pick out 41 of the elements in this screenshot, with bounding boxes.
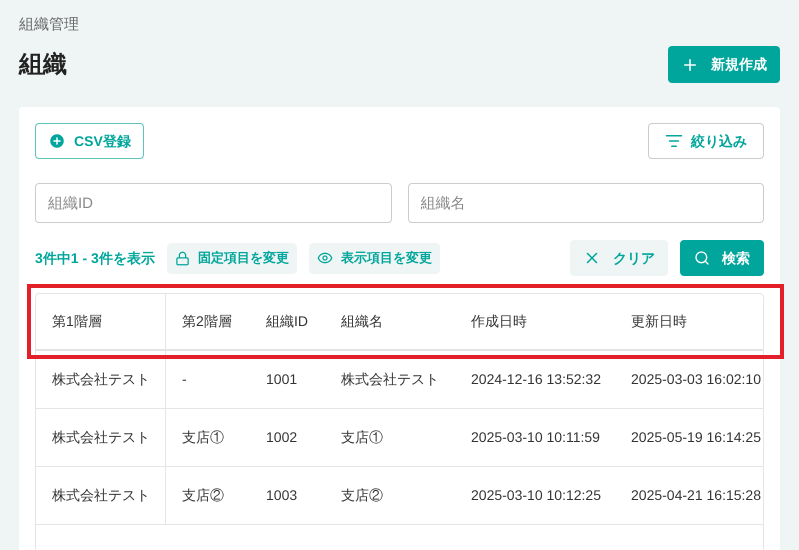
column-header: 第2階層 xyxy=(181,312,233,331)
create-button[interactable]: 新規作成 xyxy=(668,46,780,83)
column-header: 作成日時 xyxy=(470,312,528,331)
table-cell-text: - xyxy=(181,370,188,389)
lock-icon xyxy=(174,250,190,266)
filter-button[interactable]: 絞り込み xyxy=(648,123,764,159)
table-cell-text: 1003 xyxy=(265,486,298,505)
eye-icon xyxy=(316,250,333,266)
clear-button[interactable]: クリア xyxy=(570,240,668,276)
column-header: 組織ID xyxy=(265,312,309,331)
table-cell-text: 2025-03-10 10:12:25 xyxy=(470,486,602,505)
column-header: 第1階層 xyxy=(36,294,166,349)
search-icon xyxy=(694,250,710,266)
table-cell-text: 支店① xyxy=(181,428,225,447)
search-button[interactable]: 検索 xyxy=(680,240,764,276)
table-cell-text: 支店② xyxy=(340,486,384,505)
table-cell: 株式会社テスト xyxy=(36,467,166,524)
table-cell-text: 2025-03-10 10:11:59 xyxy=(470,428,601,447)
table-cell-text: 支店① xyxy=(340,428,384,447)
page-title: 組織 xyxy=(19,50,67,80)
result-count: 3件中1 - 3件を表示 xyxy=(35,248,155,268)
breadcrumb: 組織管理 xyxy=(19,15,79,35)
visible-columns-button[interactable]: 表示項目を変更 xyxy=(308,242,440,274)
table-cell: 株式会社テスト xyxy=(36,409,166,466)
table-cell-text: 1001 xyxy=(265,370,298,389)
table-cell-text: 2025-03-03 16:02:10 xyxy=(630,370,760,389)
plus-circle-icon xyxy=(48,132,66,150)
column-header: 更新日時 xyxy=(630,312,688,331)
csv-button[interactable]: CSV登録 xyxy=(35,123,144,159)
table-cell-text: 2024-12-16 13:52:32 xyxy=(470,370,602,389)
fixed-columns-button[interactable]: 固定項目を変更 xyxy=(166,242,297,274)
filter-icon xyxy=(665,132,683,150)
table-cell-text: 2025-05-19 16:14:25 xyxy=(630,428,760,447)
input-field[interactable]: 組織名 xyxy=(408,183,764,223)
table-cell-text: 1002 xyxy=(265,428,298,447)
column-header: 組織名 xyxy=(340,312,384,331)
table-cell-text: 2025-04-21 16:15:28 xyxy=(630,486,760,505)
table-cell-text: 支店② xyxy=(181,486,225,505)
input-field[interactable]: 組織ID xyxy=(35,183,392,223)
table-cell-text: 株式会社テスト xyxy=(340,370,440,389)
table-cell: 株式会社テスト xyxy=(36,351,166,408)
